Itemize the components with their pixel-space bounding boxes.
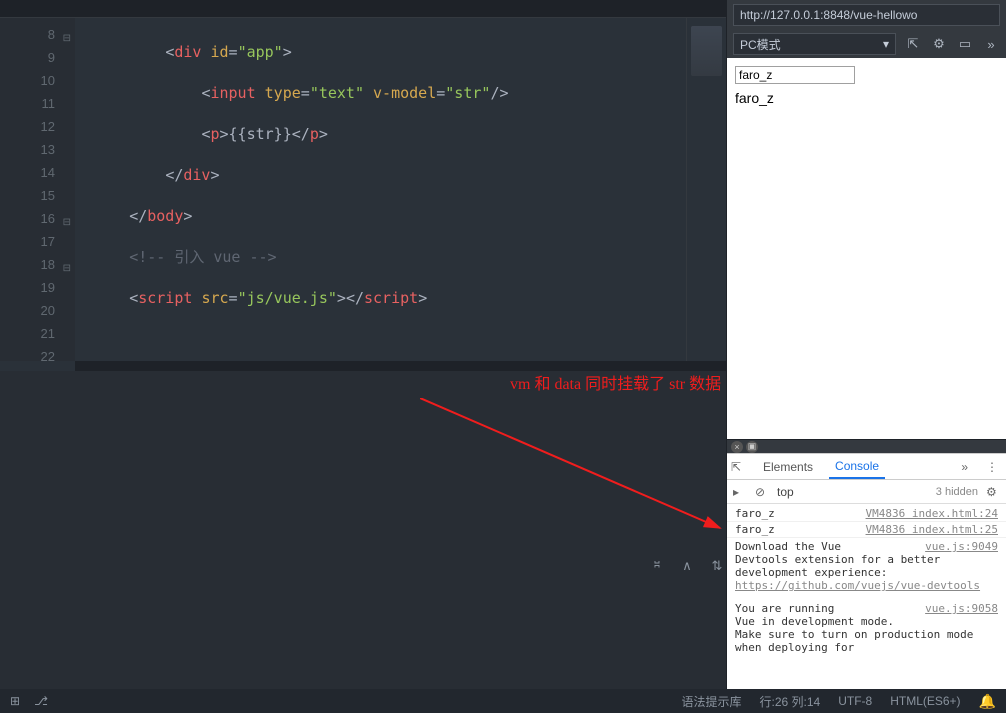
cursor-position[interactable]: 行:26 列:14 [760,693,821,710]
devtools-menu-icon[interactable]: ⋮ [982,460,1002,474]
fullscreen-icon[interactable]: ▭ [956,35,974,53]
annotation-arrow [420,398,740,558]
language-mode[interactable]: HTML(ES6+) [890,694,960,708]
bell-icon[interactable]: 🔔 [979,693,996,710]
preview-text-input[interactable] [735,66,855,84]
editor-tabs[interactable] [0,0,726,18]
collapse-up-icon[interactable]: ∧ [678,557,696,575]
git-icon[interactable]: ⎇ [34,694,48,708]
encoding[interactable]: UTF-8 [838,694,872,708]
horizontal-scrollbar[interactable] [75,361,726,371]
tab-elements[interactable]: Elements [757,454,819,479]
terminal-icon[interactable]: ⊞ [10,694,20,708]
clear-console-icon[interactable]: ⊘ [755,485,769,499]
status-bar: ⊞ ⎇ 语法提示库 行:26 列:14 UTF-8 HTML(ES6+) 🔔 [0,689,1006,713]
minimap[interactable] [686,18,726,361]
console-log[interactable]: faro_zVM4836 index.html:24 faro_zVM4836 … [727,504,1006,713]
tab-console[interactable]: Console [829,454,885,479]
gear-icon[interactable]: ⚙ [930,35,948,53]
terminal-icon[interactable]: ⎶ [648,557,666,575]
preview-url-input[interactable] [733,4,1000,26]
syntax-hint[interactable]: 语法提示库 [681,693,741,710]
preview-bound-text: faro_z [735,90,998,106]
console-settings-icon[interactable]: ⚙ [986,485,1000,499]
devtools-panel: ⇱ Elements Console » ⋮ ▸ ⊘ top 3 hidden … [727,453,1006,713]
line-gutter: 8⊟ 9 10 11 12 13 14 15 16⊟ 17 18⊟ 19 20 … [0,18,75,361]
code-editor[interactable]: <div id="app"> <input type="text" v-mode… [75,18,686,361]
preview-mode-select[interactable]: PC模式▾ [733,33,896,55]
popout-icon[interactable]: ▣ [746,441,758,453]
hidden-count: 3 hidden [936,486,978,498]
sync-icon[interactable]: ⇅ [708,557,726,575]
open-external-icon[interactable]: ⇱ [904,35,922,53]
more-icon[interactable]: » [982,35,1000,53]
preview-canvas[interactable]: faro_z [727,58,1006,439]
chevron-down-icon: ▾ [883,37,889,51]
tabs-overflow-icon[interactable]: » [957,460,972,474]
annotation-text: vm 和 data 同时挂载了 str 数据 [510,370,721,394]
console-scope[interactable]: top [777,485,928,499]
